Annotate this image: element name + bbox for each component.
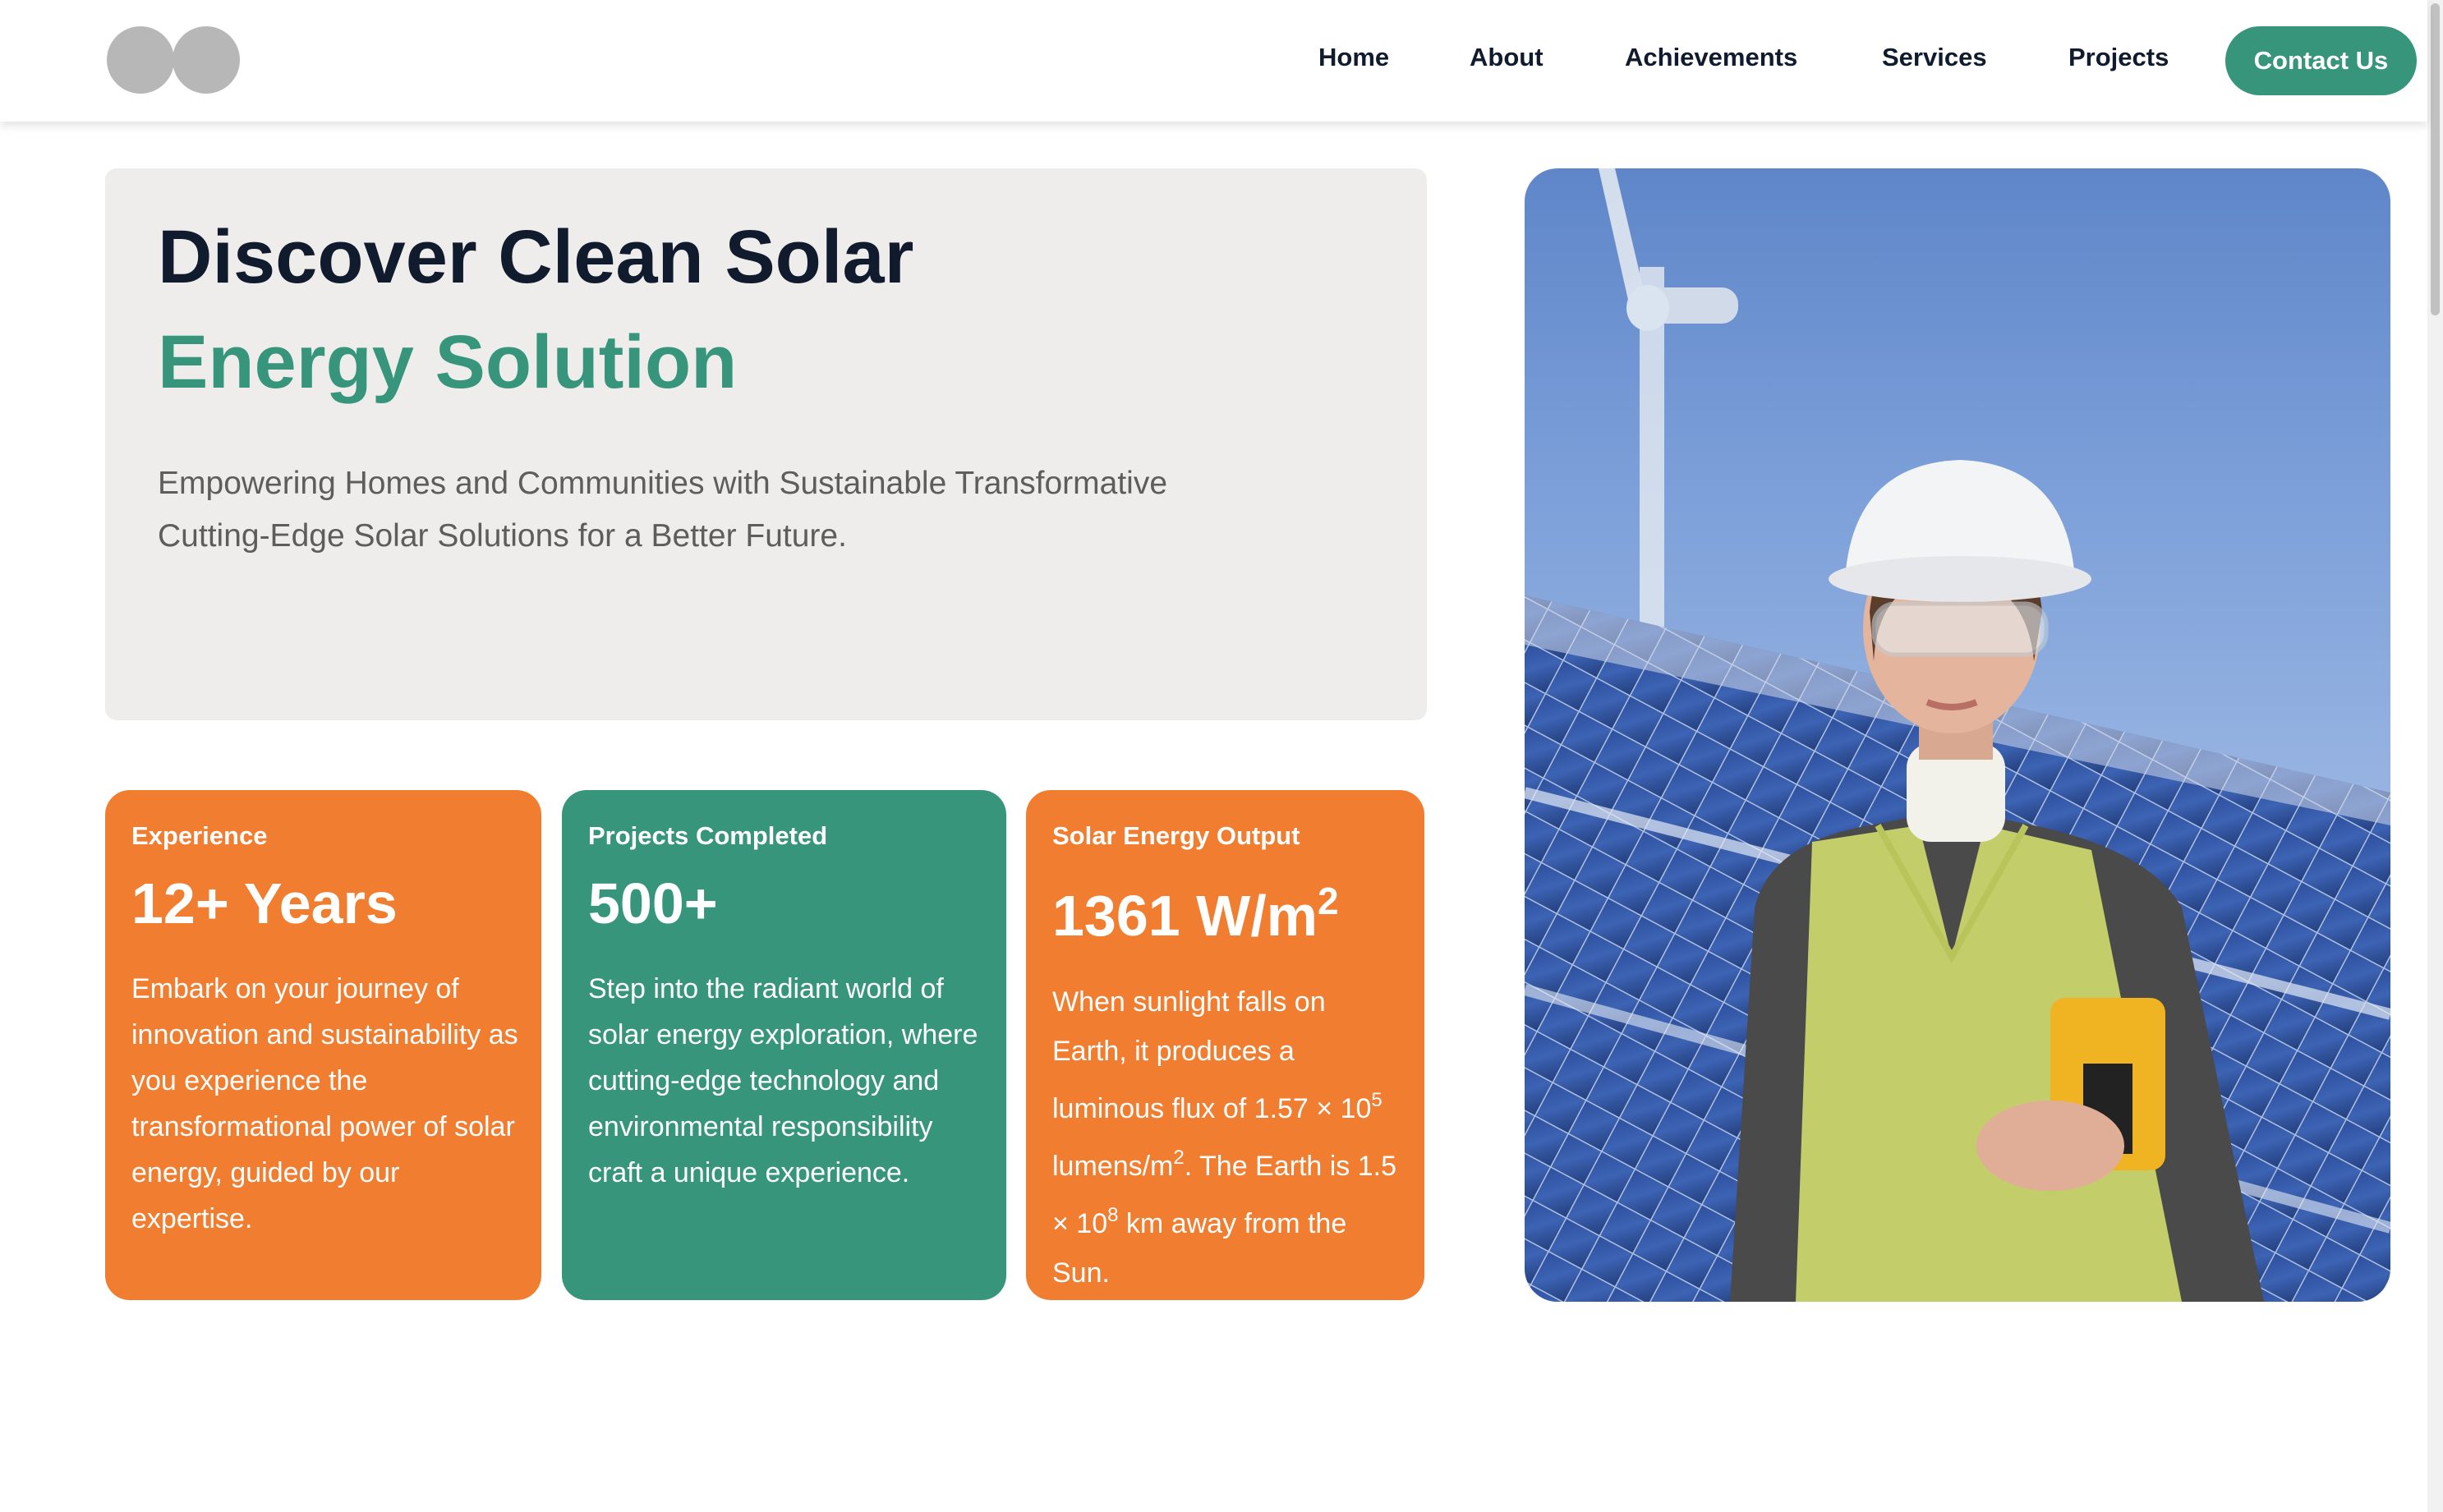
nav-projects-link[interactable]: Projects <box>2068 43 2169 72</box>
projects-completed-card: Projects Completed 500+ Step into the ra… <box>562 790 1006 1300</box>
nav-about-link[interactable]: About <box>1470 43 1544 72</box>
desc-superscript: 5 <box>1371 1089 1383 1111</box>
logo-circle-right <box>173 26 240 94</box>
desc-superscript: 2 <box>1173 1147 1185 1169</box>
desc-part: When sunlight falls on Earth, it produce… <box>1052 986 1372 1124</box>
card-value-main: 1361 W/m <box>1052 884 1318 948</box>
top-navbar: Home About Achievements Services Project… <box>0 0 2427 122</box>
card-value-superscript: 2 <box>1317 880 1339 922</box>
experience-card: Experience 12+ Years Embark on your jour… <box>105 790 541 1300</box>
logo-icon[interactable] <box>107 26 242 95</box>
card-label: Experience <box>131 821 268 850</box>
hero-photo-engineer-solar-panels <box>1525 168 2390 1302</box>
hero-title-line1: Discover Clean Solar <box>158 215 914 299</box>
nav-services-link[interactable]: Services <box>1882 43 1987 72</box>
nav-achievements-link[interactable]: Achievements <box>1625 43 1797 72</box>
card-value: 500+ <box>588 871 718 935</box>
nav-home-link[interactable]: Home <box>1318 43 1389 72</box>
desc-part: lumens/m <box>1052 1151 1174 1182</box>
card-label: Solar Energy Output <box>1052 821 1300 850</box>
desc-superscript: 8 <box>1107 1204 1119 1226</box>
hero-panel: Discover Clean Solar Energy Solution Emp… <box>105 168 1427 720</box>
scrollbar-thumb[interactable] <box>2431 3 2440 315</box>
logo-circle-left <box>107 26 174 94</box>
card-description: Step into the radiant world of solar ene… <box>588 973 978 1188</box>
card-description: When sunlight falls on Earth, it produce… <box>1052 977 1403 1298</box>
solar-output-card: Solar Energy Output 1361 W/m2 When sunli… <box>1026 790 1424 1300</box>
hero-description: Empowering Homes and Communities with Su… <box>158 466 1168 554</box>
card-value: 12+ Years <box>131 871 398 935</box>
page-scrollbar[interactable] <box>2427 0 2443 1512</box>
photo-illustration <box>1525 168 2390 1302</box>
card-value: 1361 W/m2 <box>1052 879 1339 949</box>
card-label: Projects Completed <box>588 821 828 850</box>
contact-us-button[interactable]: Contact Us <box>2225 26 2417 95</box>
hero-title-line2: Energy Solution <box>158 320 738 404</box>
card-description: Embark on your journey of innovation and… <box>131 973 518 1234</box>
